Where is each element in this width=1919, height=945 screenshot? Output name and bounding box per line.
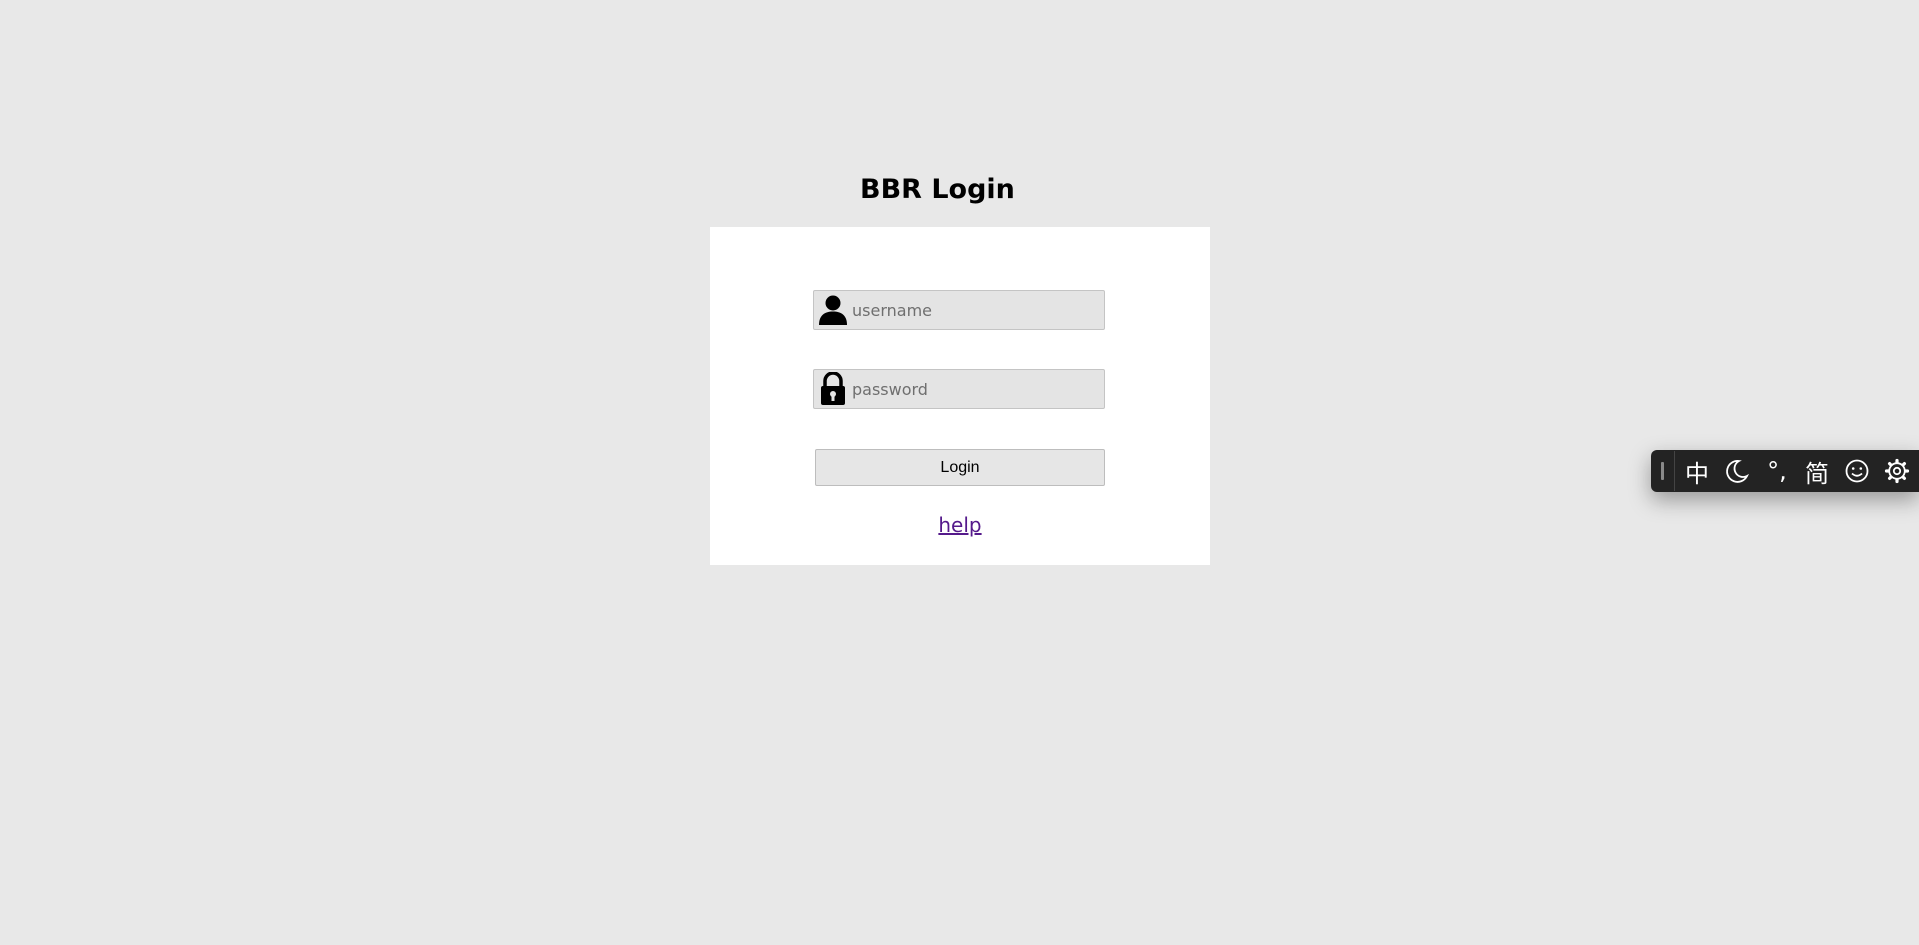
ime-mode-button[interactable]: 中 bbox=[1677, 451, 1717, 491]
password-input[interactable] bbox=[850, 374, 1092, 404]
page-title: BBR Login bbox=[860, 174, 1015, 205]
password-field[interactable] bbox=[813, 369, 1105, 409]
grip-handle-icon[interactable] bbox=[1661, 462, 1664, 480]
login-panel: Login help bbox=[710, 227, 1210, 565]
user-icon bbox=[816, 291, 850, 329]
smiley-icon[interactable] bbox=[1837, 451, 1877, 491]
username-input[interactable] bbox=[850, 295, 1092, 325]
username-field[interactable] bbox=[813, 290, 1105, 330]
ime-toolbar: 中 °, 简 bbox=[1651, 450, 1919, 492]
login-button[interactable]: Login bbox=[815, 449, 1105, 486]
gear-icon[interactable] bbox=[1877, 451, 1917, 491]
script-button[interactable]: 简 bbox=[1797, 451, 1837, 491]
lock-icon bbox=[816, 370, 850, 408]
punctuation-button[interactable]: °, bbox=[1757, 451, 1797, 491]
toolbar-divider bbox=[1674, 451, 1675, 491]
help-link[interactable]: help bbox=[710, 513, 1210, 537]
moon-icon[interactable] bbox=[1717, 451, 1757, 491]
